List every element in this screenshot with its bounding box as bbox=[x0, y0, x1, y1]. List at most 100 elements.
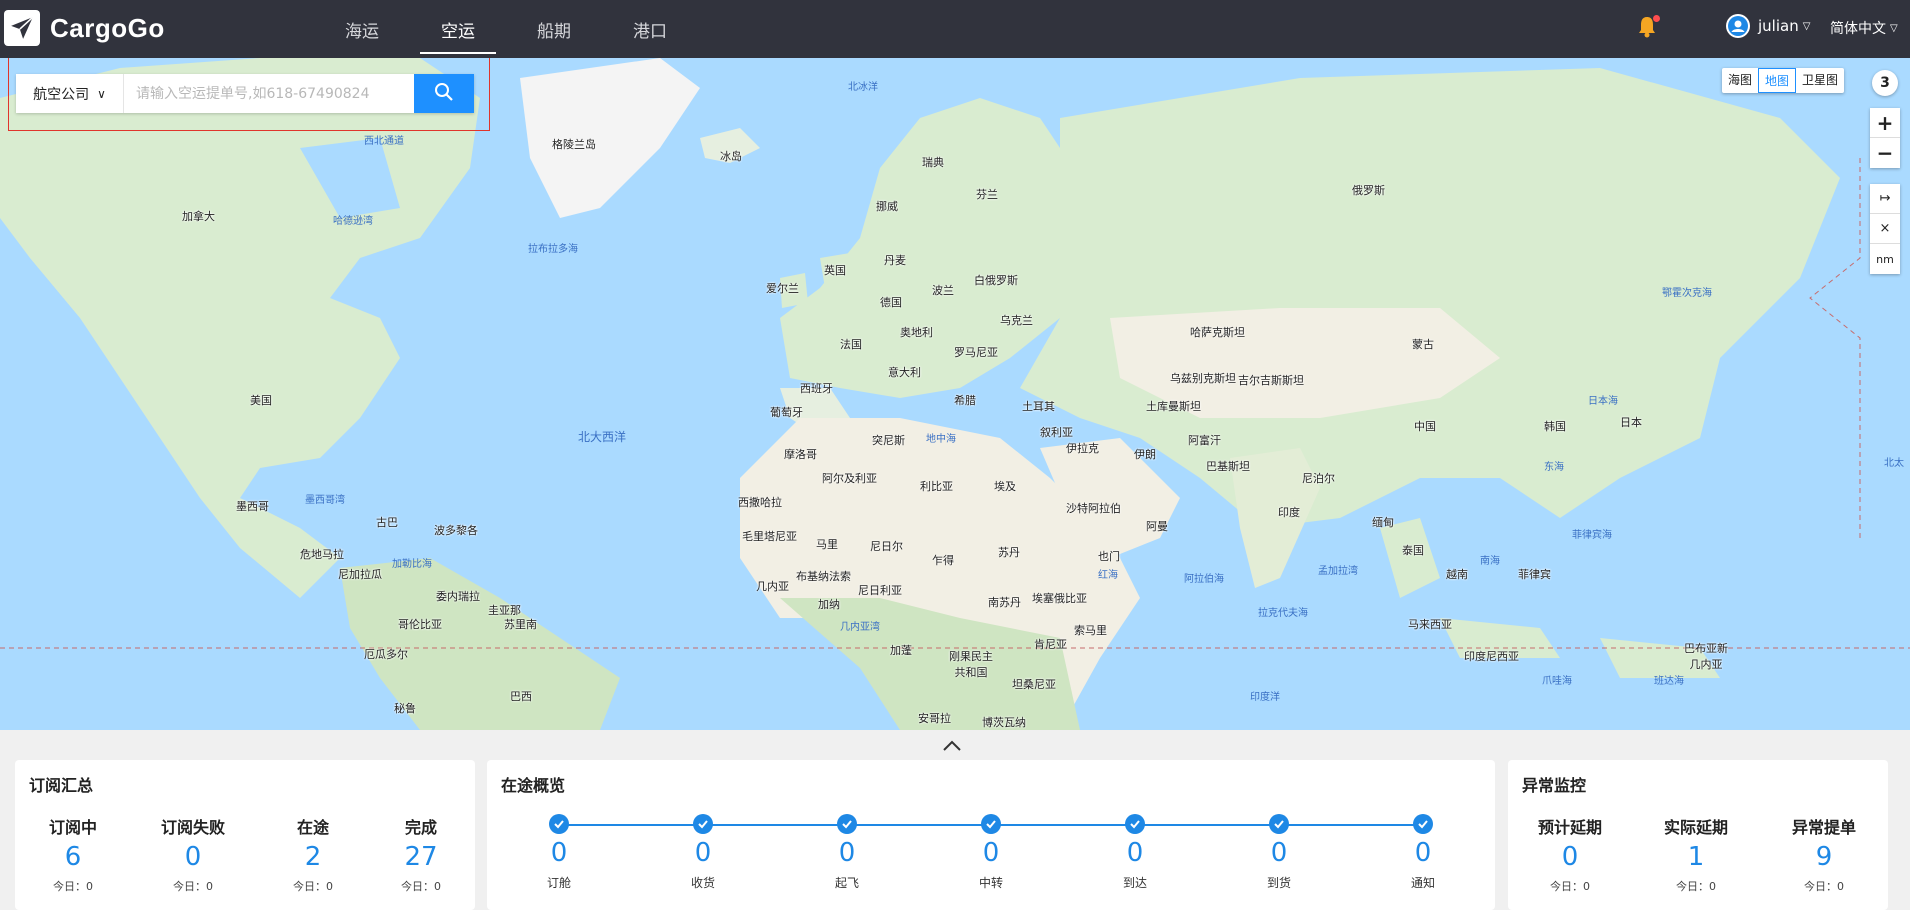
map-label-mediterranean: 地中海 bbox=[926, 434, 956, 445]
stat-abnormal-awb[interactable]: 异常提单 9 今日：0 bbox=[1792, 814, 1856, 894]
stat-today: 今日：0 bbox=[52, 880, 93, 893]
map-type-satellite[interactable]: 卫星图 bbox=[1796, 68, 1844, 93]
map-label-greenland: 格陵兰岛 bbox=[552, 138, 596, 151]
map-label-egypt: 埃及 bbox=[994, 480, 1016, 493]
map-label-ireland: 爱尔兰 bbox=[766, 282, 799, 295]
map-label-south-sudan: 南苏丹 bbox=[988, 596, 1021, 609]
search-icon bbox=[434, 82, 454, 106]
subscription-summary-panel: 订阅汇总 订阅中 6 今日：0 订阅失败 0 今日：0 在途 2 今日：0 完成… bbox=[15, 760, 475, 910]
stat-today: 今日：0 bbox=[1804, 880, 1844, 893]
map-label-norway: 挪威 bbox=[876, 200, 898, 213]
map-label-turkey: 土耳其 bbox=[1022, 400, 1055, 413]
stat-label: 在途 bbox=[296, 818, 329, 837]
search-button[interactable] bbox=[414, 74, 474, 113]
map-label-kazakhstan: 哈萨克斯坦 bbox=[1190, 326, 1245, 339]
map-label-libya: 利比亚 bbox=[920, 480, 953, 493]
search-highlight-frame: 航空公司 ∨ bbox=[8, 58, 490, 131]
map-label-puerto-rico: 波多黎各 bbox=[434, 524, 478, 537]
step-label: 通知 bbox=[1410, 876, 1435, 890]
step-value: 0 bbox=[838, 838, 856, 868]
stat-value: 6 bbox=[64, 842, 82, 872]
nav-item-port[interactable]: 港口 bbox=[602, 0, 698, 58]
map-label-mexico: 墨西哥 bbox=[236, 500, 269, 513]
map-label-thailand: 泰国 bbox=[1402, 544, 1424, 557]
zoom-out-button[interactable]: − bbox=[1870, 138, 1900, 168]
map-label-tanzania: 坦桑尼亚 bbox=[1012, 678, 1056, 691]
map-label-iraq: 伊拉克 bbox=[1066, 442, 1099, 455]
notification-bell-icon[interactable] bbox=[1636, 15, 1660, 41]
panel-title: 在途概览 bbox=[501, 776, 566, 795]
nav-item-schedule[interactable]: 船期 bbox=[506, 0, 602, 58]
unit-nm-button[interactable]: nm bbox=[1870, 244, 1900, 274]
step-booking[interactable]: 0 订舱 bbox=[529, 814, 589, 891]
step-arrived[interactable]: 0 到达 bbox=[1105, 814, 1165, 891]
map-label-niger: 尼日尔 bbox=[870, 540, 903, 553]
step-label: 到货 bbox=[1266, 876, 1291, 890]
map-label-korea: 韩国 bbox=[1544, 420, 1566, 433]
map-label-sweden: 瑞典 bbox=[922, 156, 944, 169]
step-label: 中转 bbox=[978, 876, 1003, 890]
map-label-burkina-faso: 布基纳法索 bbox=[796, 570, 851, 583]
language-selector[interactable]: 简体中文 ▽ bbox=[1830, 18, 1898, 38]
stat-in-transit[interactable]: 在途 2 今日：0 bbox=[293, 814, 333, 894]
user-menu[interactable]: julian ▽ bbox=[1726, 14, 1810, 38]
map-label-northwest-passage: 西北通道 bbox=[364, 136, 404, 147]
map-marker-count[interactable]: 3 bbox=[1872, 70, 1898, 96]
stat-actual-delay[interactable]: 实际延期 1 今日：0 bbox=[1664, 814, 1728, 894]
map-label-oman: 阿曼 bbox=[1146, 520, 1168, 533]
stat-label: 异常提单 bbox=[1792, 818, 1857, 837]
map-label-malaysia: 马来西亚 bbox=[1408, 618, 1452, 631]
map-label-portugal: 葡萄牙 bbox=[770, 406, 803, 419]
map-label-france: 法国 bbox=[840, 338, 862, 351]
step-departed[interactable]: 0 起飞 bbox=[817, 814, 877, 891]
stat-completed[interactable]: 完成 27 今日：0 bbox=[401, 814, 441, 894]
zoom-control: + − bbox=[1870, 108, 1900, 168]
step-received[interactable]: 0 收货 bbox=[673, 814, 733, 891]
search-bar: 航空公司 ∨ bbox=[16, 74, 474, 113]
map-label-greece: 希腊 bbox=[954, 394, 976, 407]
map-label-somalia: 索马里 bbox=[1074, 624, 1107, 637]
step-transfer[interactable]: 0 中转 bbox=[961, 814, 1021, 891]
map-label-cuba: 古巴 bbox=[376, 516, 398, 529]
map-label-kyrgyzstan: 吉尔吉斯斯坦 bbox=[1238, 374, 1304, 387]
nav-item-air[interactable]: 空运 bbox=[410, 0, 506, 58]
stat-subscribed[interactable]: 订阅中 6 今日：0 bbox=[49, 814, 97, 894]
chevron-up-icon[interactable] bbox=[940, 736, 964, 754]
map-label-syria: 叙利亚 bbox=[1040, 426, 1073, 439]
check-icon bbox=[837, 814, 857, 834]
step-notified[interactable]: 0 通知 bbox=[1393, 814, 1453, 891]
map-type-chart[interactable]: 海图 bbox=[1722, 68, 1758, 93]
zoom-in-button[interactable]: + bbox=[1870, 108, 1900, 138]
map-label-bay-of-bengal: 孟加拉湾 bbox=[1318, 566, 1358, 577]
stat-value: 0 bbox=[1561, 842, 1579, 872]
world-map[interactable]: 北大西洋 印度洋 哈德逊湾 拉布拉多海 墨西哥湾 加勒比海 地中海 阿拉伯海 孟… bbox=[0, 58, 1910, 730]
stat-label: 完成 bbox=[404, 818, 437, 837]
airline-select[interactable]: 航空公司 ∨ bbox=[16, 74, 124, 113]
map-label-belarus: 白俄罗斯 bbox=[974, 274, 1018, 287]
brand[interactable]: CargoGo bbox=[4, 10, 165, 46]
stat-estimated-delay[interactable]: 预计延期 0 今日：0 bbox=[1538, 814, 1602, 894]
user-name: julian bbox=[1758, 17, 1799, 35]
map-label-suriname: 苏里南 bbox=[504, 618, 537, 631]
step-label: 到达 bbox=[1122, 876, 1147, 890]
map-label-indonesia: 印度尼西亚 bbox=[1464, 650, 1519, 663]
nav-item-sea[interactable]: 海运 bbox=[314, 0, 410, 58]
map-label-guinea: 几内亚 bbox=[756, 580, 789, 593]
clear-measure-button[interactable]: × bbox=[1870, 214, 1900, 244]
map-label-ethiopia: 埃塞俄比亚 bbox=[1032, 592, 1087, 605]
language-label: 简体中文 bbox=[1830, 21, 1886, 37]
step-value: 0 bbox=[694, 838, 712, 868]
stat-today: 今日：0 bbox=[172, 880, 213, 893]
check-icon bbox=[549, 814, 569, 834]
map-type-map[interactable]: 地图 bbox=[1758, 68, 1797, 93]
map-label-spain: 西班牙 bbox=[800, 382, 833, 395]
measure-distance-button[interactable]: ↦ bbox=[1870, 184, 1900, 214]
map-label-mongolia: 蒙古 bbox=[1412, 338, 1434, 351]
stat-subscription-failed[interactable]: 订阅失败 0 今日：0 bbox=[161, 814, 225, 894]
step-delivered[interactable]: 0 到货 bbox=[1249, 814, 1309, 891]
awb-search-input[interactable] bbox=[124, 74, 414, 113]
map-label-angola: 安哥拉 bbox=[918, 712, 951, 725]
map-label-papua-new-guinea: 巴布亚新几内亚 bbox=[1684, 642, 1728, 671]
map-label-brazil: 巴西 bbox=[510, 690, 532, 703]
map-label-china: 中国 bbox=[1414, 420, 1436, 433]
